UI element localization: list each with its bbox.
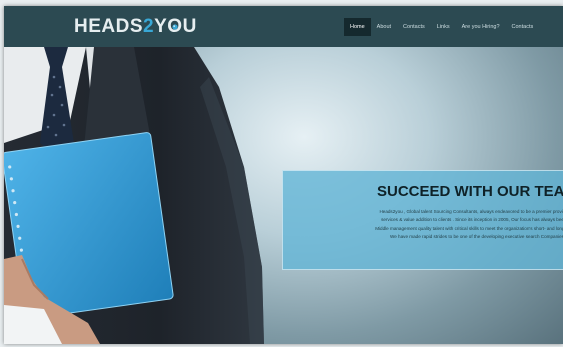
nav-are-you-hiring[interactable]: Are you Hiring? [456, 18, 506, 36]
nav-contacts-1[interactable]: Contacts [397, 18, 431, 36]
website: HEADS2YOU Home About Contacts Links Are … [4, 6, 563, 344]
main-nav: Home About Contacts Links Are you Hiring… [344, 18, 539, 36]
hero-title: SUCCEED WITH OUR TEA [377, 183, 563, 200]
site-header: HEADS2YOU Home About Contacts Links Are … [4, 6, 563, 47]
hero-info-panel: SUCCEED WITH OUR TEA Heads2you , Global … [282, 170, 563, 270]
nav-contacts-2[interactable]: Contacts [506, 18, 540, 36]
site-logo[interactable]: HEADS2YOU [74, 16, 197, 38]
logo-text-u: U [182, 16, 197, 37]
hero-line-1: Heads2you , Global talent Sourcing Consu… [379, 209, 563, 214]
logo-text-heads: HEADS [74, 16, 144, 37]
globe-icon [172, 24, 178, 30]
hero-line-3: Middle management quality talent with cr… [375, 225, 563, 231]
logo-text-2: 2 [143, 16, 155, 37]
logo-text-y: Y [154, 16, 168, 37]
hero-description: Heads2you , Global talent Sourcing Consu… [297, 208, 563, 241]
businessman-image [4, 47, 264, 344]
hero-line-2: services & value addition to clients . S… [381, 217, 563, 223]
hero-banner: SUCCEED WITH OUR TEA Heads2you , Global … [4, 47, 563, 344]
logo-globe-o: O [167, 16, 182, 38]
hero-line-4: We have made rapid strides to be one of … [389, 233, 563, 239]
nav-home[interactable]: Home [344, 18, 371, 36]
nav-links[interactable]: Links [431, 18, 456, 36]
nav-about[interactable]: About [371, 18, 397, 36]
browser-frame: HEADS2YOU Home About Contacts Links Are … [0, 0, 563, 347]
